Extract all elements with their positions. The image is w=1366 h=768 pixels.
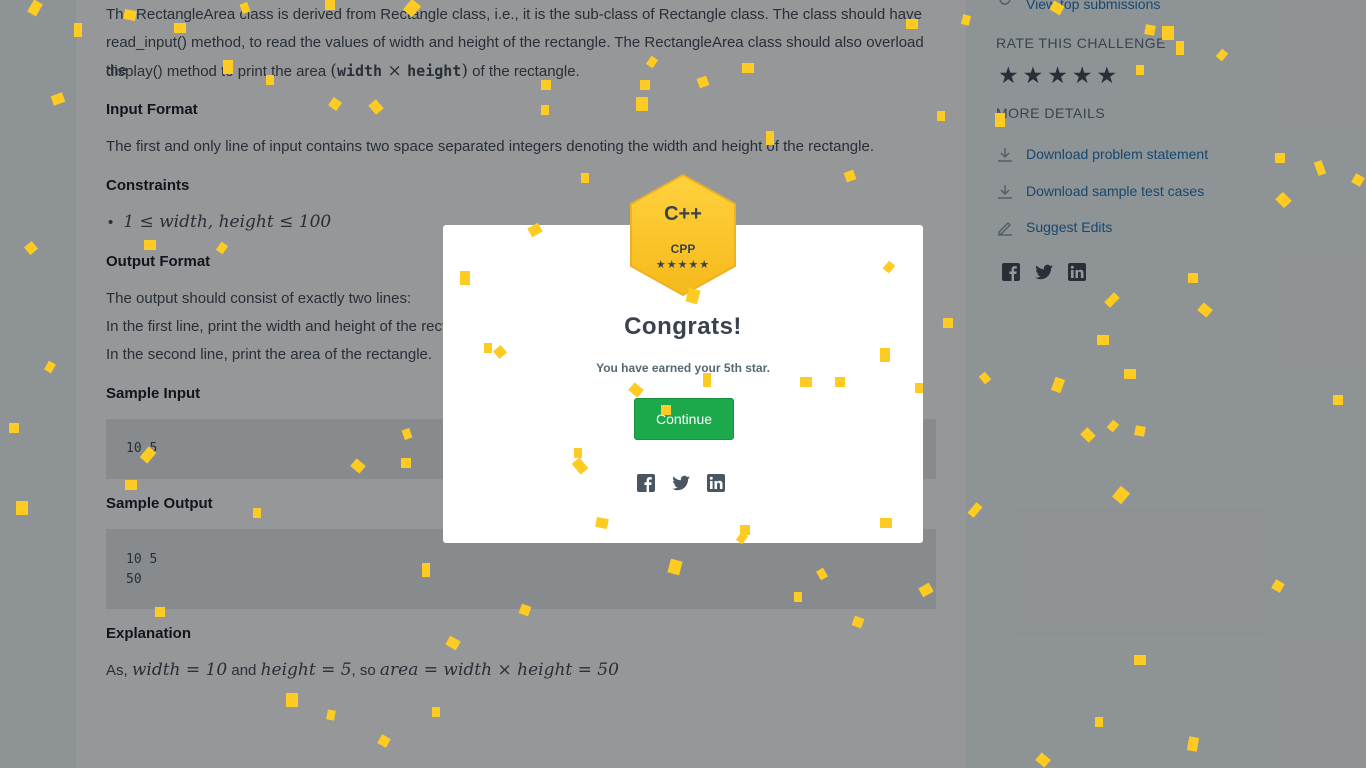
modal-title: Congrats! [624, 313, 742, 340]
badge-stars: ★★★★★ [655, 259, 711, 271]
cpp-logo: C++ [664, 203, 702, 225]
cpp-badge [630, 173, 736, 297]
linkedin-icon[interactable] [706, 473, 726, 493]
twitter-icon[interactable] [671, 473, 691, 493]
continue-button[interactable]: Continue [634, 398, 734, 440]
modal-message: You have earned your 5th star. [596, 361, 770, 375]
badge-name: CPP [670, 242, 696, 256]
facebook-icon[interactable] [636, 473, 656, 493]
modal-share-row [636, 473, 741, 493]
